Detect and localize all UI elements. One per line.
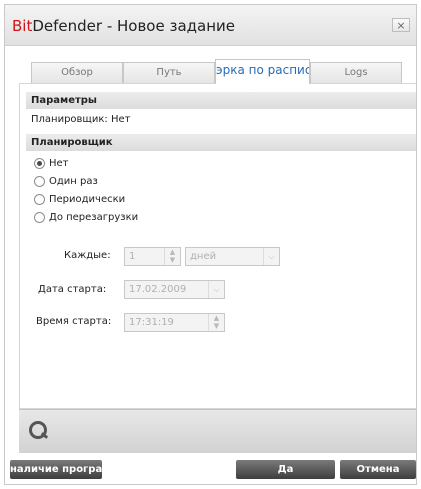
radio-button[interactable]: [34, 175, 45, 187]
arrow-up-icon[interactable]: ▲: [165, 248, 180, 256]
close-button[interactable]: ×: [392, 18, 410, 32]
radio-label: Периодически: [49, 193, 126, 205]
arrow-down-icon[interactable]: ▼: [209, 322, 224, 330]
task-window: BitDefender - Новое задание × Обзор Путь…: [4, 4, 417, 485]
params-header: Параметры: [26, 92, 416, 109]
radio-none[interactable]: Нет: [34, 156, 69, 170]
ok-button[interactable]: Да: [236, 460, 335, 479]
tab-bar: Обзор Путь эрка по распис Logs: [29, 59, 402, 84]
title-text: Defender - Новое задание: [32, 17, 235, 35]
start-date-label: Дата старта:: [38, 284, 107, 295]
chevron-down-icon[interactable]: ⌵: [263, 248, 279, 265]
start-time-label: Время старта:: [36, 316, 112, 327]
start-date-field[interactable]: 17.02.2009 ⌵: [124, 280, 225, 299]
radio-label: Нет: [49, 157, 69, 169]
scheduler-status: Планировщик: Нет: [31, 114, 131, 125]
arrow-down-icon[interactable]: ▼: [165, 256, 180, 264]
start-time-value: 17:31:19: [129, 317, 174, 328]
arrow-up-icon[interactable]: ▲: [209, 314, 224, 322]
every-stepper[interactable]: 1 ▲ ▼: [124, 247, 181, 266]
radio-periodic[interactable]: Периодически: [34, 192, 125, 206]
bitdefender-logo-icon: [29, 421, 47, 439]
radio-label: Один раз: [49, 175, 98, 187]
start-date-value: 17.02.2009: [129, 284, 187, 295]
scheduler-header: Планировщик: [26, 134, 416, 151]
title-bar: BitDefender - Новое задание ×: [5, 5, 416, 46]
tab-schedule[interactable]: эрка по распис: [215, 59, 310, 84]
stepper-arrows[interactable]: ▲ ▼: [164, 248, 180, 265]
radio-button-checked[interactable]: [34, 157, 45, 169]
every-unit-value: дней: [190, 251, 217, 262]
radio-until-reboot[interactable]: До перезагрузки: [34, 210, 138, 224]
window-title: BitDefender - Новое задание: [12, 17, 235, 35]
stepper-arrows[interactable]: ▲ ▼: [208, 314, 224, 331]
content-panel: Параметры Планировщик: Нет Планировщик Н…: [19, 83, 416, 409]
radio-button[interactable]: [34, 211, 45, 223]
check-programs-button[interactable]: наличие програ: [10, 460, 102, 479]
tab-logs[interactable]: Logs: [310, 62, 402, 83]
tab-overview[interactable]: Обзор: [31, 62, 123, 83]
every-value: 1: [129, 251, 136, 262]
chevron-down-icon[interactable]: ⌵: [208, 281, 224, 298]
every-label: Каждые:: [64, 250, 111, 261]
brand-text: Bit: [12, 17, 33, 35]
radio-button[interactable]: [34, 193, 45, 205]
tab-path[interactable]: Путь: [123, 62, 215, 83]
status-bar: [19, 409, 416, 453]
start-time-field[interactable]: 17:31:19 ▲ ▼: [124, 313, 225, 332]
every-unit-select[interactable]: дней ⌵: [185, 247, 280, 266]
radio-label: До перезагрузки: [49, 211, 139, 223]
radio-once[interactable]: Один раз: [34, 174, 98, 188]
cancel-button[interactable]: Отмена: [340, 460, 416, 479]
